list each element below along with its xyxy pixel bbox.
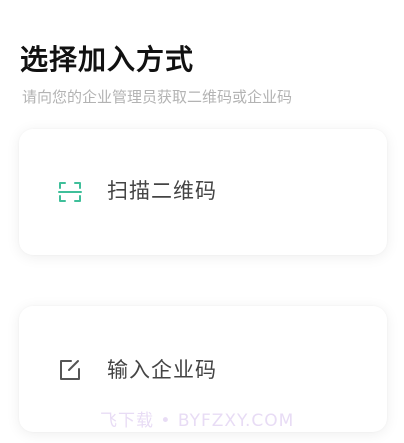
scan-qr-code-option[interactable]: 扫描二维码 bbox=[19, 129, 387, 255]
edit-icon bbox=[57, 357, 83, 383]
watermark-text: 飞下载 • BYFZXY.COM bbox=[100, 411, 295, 431]
page-subtitle: 请向您的企业管理员获取二维码或企业码 bbox=[22, 88, 293, 106]
scan-qr-code-label: 扫描二维码 bbox=[107, 179, 217, 203]
join-method-screen: 选择加入方式 请向您的企业管理员获取二维码或企业码 扫描二维码 输入企业码 飞下… bbox=[0, 0, 404, 443]
enter-company-code-label: 输入企业码 bbox=[107, 358, 217, 382]
scan-icon bbox=[57, 179, 83, 205]
page-title: 选择加入方式 bbox=[20, 43, 195, 76]
